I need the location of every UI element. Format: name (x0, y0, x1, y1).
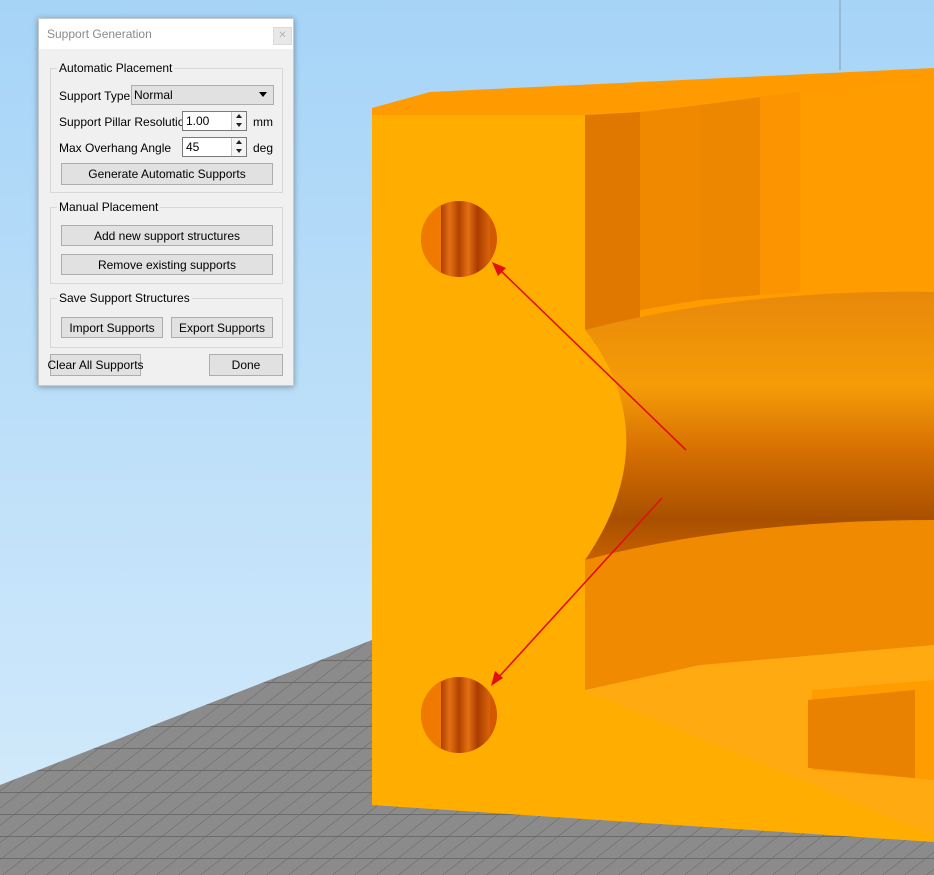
spin-down-icon[interactable] (231, 121, 246, 130)
support-type-value: Normal (134, 88, 173, 102)
model-slot (808, 690, 915, 778)
pillar-resolution-label: Support Pillar Resolution (59, 115, 192, 129)
pillar-resolution-unit: mm (253, 115, 273, 129)
support-pillars-hole-bottom (420, 677, 497, 753)
clear-all-supports-button[interactable]: Clear All Supports (47, 354, 144, 376)
manual-placement-group: Manual Placement Add new support structu… (50, 200, 283, 284)
support-type-label: Support Type (59, 89, 131, 103)
automatic-placement-title: Automatic Placement (57, 61, 175, 75)
pillar-resolution-value: 1.00 (186, 114, 210, 128)
save-support-structures-title: Save Support Structures (57, 291, 192, 305)
chevron-down-icon (259, 92, 267, 97)
import-supports-button[interactable]: Import Supports (61, 317, 163, 338)
support-generation-dialog: Support Generation ✕ Automatic Placement… (38, 18, 294, 386)
overhang-angle-spinbox[interactable]: 45 (182, 137, 247, 157)
generate-automatic-supports-button[interactable]: Generate Automatic Supports (61, 163, 273, 185)
support-type-select[interactable]: Normal (131, 85, 274, 105)
overhang-angle-label: Max Overhang Angle (59, 141, 172, 155)
pillar-resolution-spinbox[interactable]: 1.00 (182, 111, 247, 131)
manual-placement-title: Manual Placement (57, 200, 161, 214)
model-bore (585, 291, 934, 560)
dialog-titlebar[interactable]: Support Generation ✕ (39, 19, 293, 49)
add-support-structures-button[interactable]: Add new support structures (61, 225, 273, 246)
close-icon[interactable]: ✕ (273, 27, 292, 45)
remove-supports-button[interactable]: Remove existing supports (61, 254, 273, 275)
save-support-structures-group: Save Support Structures Import Supports … (50, 291, 283, 348)
export-supports-button[interactable]: Export Supports (171, 317, 273, 338)
dialog-title: Support Generation (47, 27, 152, 41)
support-pillars-hole-top (420, 201, 497, 277)
overhang-angle-value: 45 (186, 140, 200, 154)
automatic-placement-group: Automatic Placement Support Type Normal … (50, 61, 283, 193)
overhang-angle-unit: deg (253, 141, 274, 155)
done-button[interactable]: Done (209, 354, 283, 376)
spin-down-icon[interactable] (231, 147, 246, 156)
